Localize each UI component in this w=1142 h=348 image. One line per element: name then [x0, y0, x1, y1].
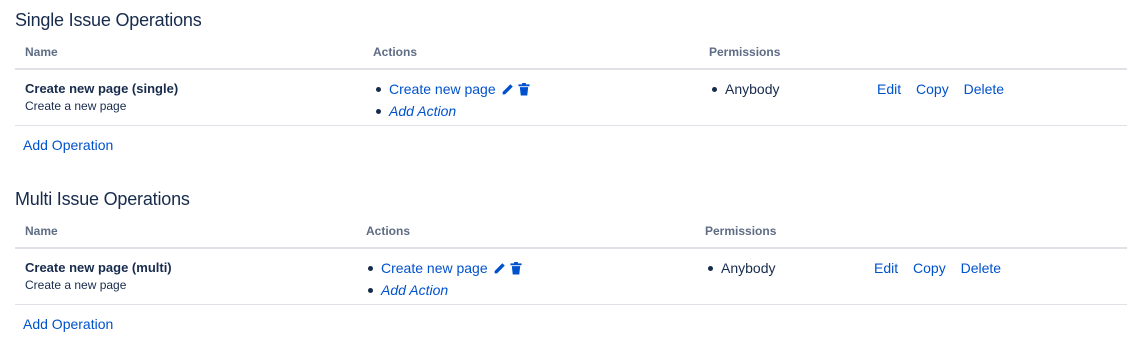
header-actions: Actions: [366, 224, 411, 238]
header-permissions: Permissions: [709, 45, 781, 59]
row-actions: Edit Copy Delete: [874, 260, 1012, 276]
actions-list: Create new page Add Action: [367, 258, 522, 300]
header-name: Name: [25, 224, 58, 238]
permissions-list: Anybody: [707, 258, 775, 278]
copy-link[interactable]: Copy: [913, 260, 946, 276]
actions-cell: Create new page Add Action: [367, 258, 522, 300]
header-actions: Actions: [373, 45, 418, 59]
delete-link[interactable]: Delete: [964, 81, 1004, 97]
permissions-list: Anybody: [711, 79, 779, 99]
add-action-item: Add Action: [367, 280, 522, 300]
operation-description: Create a new page: [25, 278, 127, 292]
table-row: Create new page (single) Create a new pa…: [15, 70, 1127, 126]
operation-name: Create new page (multi): [25, 260, 172, 275]
section-title: Single Issue Operations: [15, 10, 202, 30]
permissions-cell: Anybody: [711, 79, 779, 99]
table-row: Create new page (multi) Create a new pag…: [15, 249, 1127, 305]
copy-link[interactable]: Copy: [916, 81, 949, 97]
permissions-cell: Anybody: [707, 258, 775, 278]
add-action-link[interactable]: Add Action: [381, 282, 448, 298]
action-item: Create new page: [367, 258, 522, 280]
add-operation-link[interactable]: Add Operation: [23, 316, 113, 332]
operation-description: Create a new page: [25, 99, 127, 113]
permission-item: Anybody: [711, 79, 779, 99]
delete-link[interactable]: Delete: [961, 260, 1001, 276]
action-item: Create new page: [375, 79, 530, 101]
action-link[interactable]: Create new page: [389, 81, 496, 97]
name-cell: Create new page (single) Create a new pa…: [25, 81, 178, 113]
table-header: Name Actions Permissions: [15, 223, 1127, 249]
permission-item: Anybody: [707, 258, 775, 278]
edit-link[interactable]: Edit: [874, 260, 898, 276]
header-name: Name: [25, 45, 58, 59]
pencil-icon[interactable]: [493, 260, 506, 280]
section-title: Multi Issue Operations: [15, 189, 190, 209]
operation-name: Create new page (single): [25, 81, 179, 96]
header-permissions: Permissions: [705, 224, 777, 238]
pencil-icon[interactable]: [501, 81, 514, 101]
table-header: Name Actions Permissions: [15, 44, 1127, 70]
row-actions: Edit Copy Delete: [877, 81, 1015, 97]
actions-list: Create new page Add Action: [375, 79, 530, 121]
add-action-link[interactable]: Add Action: [389, 103, 456, 119]
edit-link[interactable]: Edit: [877, 81, 901, 97]
action-link[interactable]: Create new page: [381, 260, 488, 276]
add-operation-link[interactable]: Add Operation: [23, 137, 113, 153]
trash-icon[interactable]: [510, 260, 522, 280]
actions-cell: Create new page Add Action: [375, 79, 530, 121]
trash-icon[interactable]: [518, 81, 530, 101]
name-cell: Create new page (multi) Create a new pag…: [25, 260, 172, 292]
add-action-item: Add Action: [375, 101, 530, 121]
